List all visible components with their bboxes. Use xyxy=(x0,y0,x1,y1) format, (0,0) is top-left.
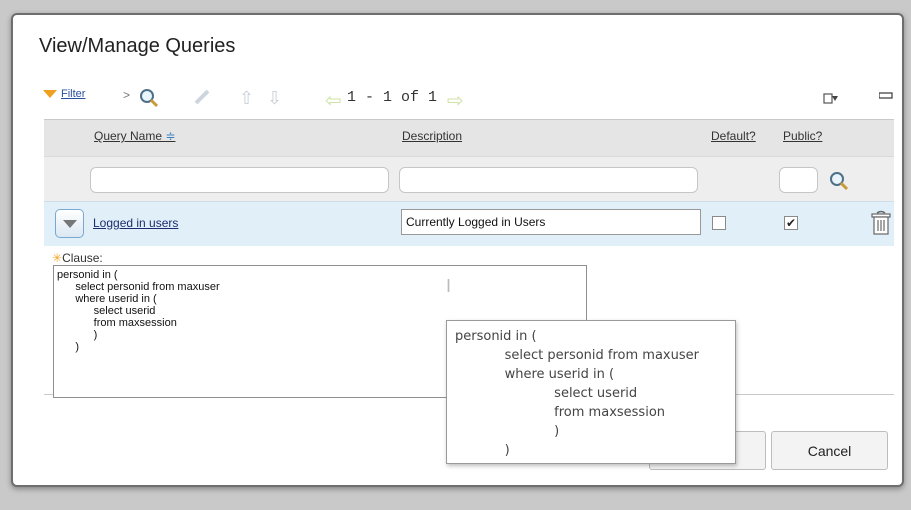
arrow-up-icon[interactable]: ⇧ xyxy=(239,88,254,109)
arrow-left-icon[interactable]: ⇦ xyxy=(325,88,342,113)
minimize-icon xyxy=(879,92,893,99)
download-icon xyxy=(823,93,838,104)
description-field[interactable] xyxy=(401,209,701,235)
edit-button[interactable] xyxy=(193,88,211,106)
minimize-button[interactable] xyxy=(879,92,893,100)
row-details-toggle[interactable] xyxy=(55,209,84,238)
dialog-title: View/Manage Queries xyxy=(39,35,236,57)
public-checkbox[interactable]: ✔ xyxy=(784,216,798,230)
header-query-name[interactable]: Query Name ≑ xyxy=(94,129,175,143)
filter-search-button[interactable] xyxy=(829,171,849,196)
filter-description-input[interactable] xyxy=(399,167,698,193)
magnifier-icon xyxy=(140,89,159,108)
filter-link[interactable]: Filter xyxy=(61,88,85,100)
sort-asc-icon: ≑ xyxy=(165,129,176,143)
clause-label: ✳Clause: xyxy=(52,251,103,265)
pencil-icon xyxy=(194,89,210,105)
filter-query-name-input[interactable] xyxy=(90,167,389,193)
delete-button[interactable] xyxy=(870,210,892,241)
chevron-right-icon: > xyxy=(123,88,131,102)
default-checkbox[interactable] xyxy=(712,216,726,230)
arrow-down-icon[interactable]: ⇩ xyxy=(267,88,282,109)
filter-public-input[interactable] xyxy=(779,167,818,193)
required-icon: ✳ xyxy=(52,251,63,265)
header-default[interactable]: Default? xyxy=(711,129,756,143)
table-header: Query Name ≑ Description Default? Public… xyxy=(44,119,894,157)
download-button[interactable] xyxy=(823,91,839,105)
filter-triangle-icon xyxy=(43,90,57,98)
filter-toggle[interactable]: Filter xyxy=(43,88,85,100)
pagination-text: 1 - 1 of 1 xyxy=(347,89,438,106)
text-cursor-icon: I xyxy=(446,276,452,296)
arrow-right-icon[interactable]: ⇨ xyxy=(447,88,464,113)
filter-row xyxy=(44,156,894,202)
query-name-link[interactable]: Logged in users xyxy=(93,216,178,230)
cancel-button[interactable]: Cancel xyxy=(771,431,888,470)
table-toolbar: Filter > ⇧ ⇩ ⇦ 1 - 1 of 1 ⇨ xyxy=(43,88,893,112)
magnifier-icon xyxy=(830,172,849,191)
header-public[interactable]: Public? xyxy=(783,129,822,143)
clause-tooltip: personid in ( select personid from maxus… xyxy=(446,320,736,464)
search-button[interactable] xyxy=(139,88,159,108)
trash-icon xyxy=(871,210,891,235)
chevron-down-icon xyxy=(62,219,77,228)
header-description[interactable]: Description xyxy=(402,129,462,143)
table-row[interactable]: Logged in users ✔ xyxy=(44,201,894,247)
